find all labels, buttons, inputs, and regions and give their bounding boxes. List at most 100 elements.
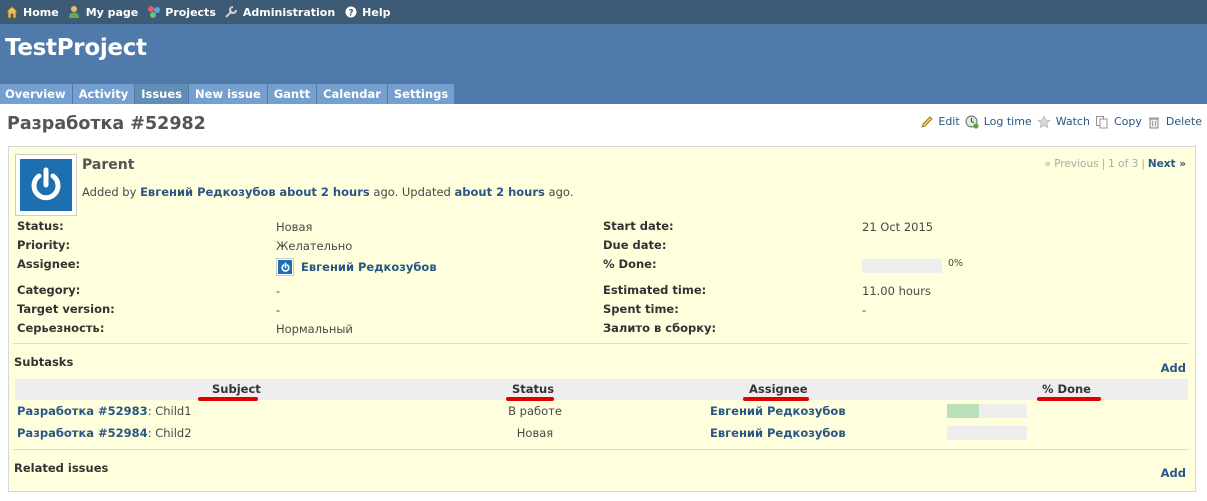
svg-text:?: ? xyxy=(348,9,353,19)
updated-ago-link[interactable]: about 2 hours xyxy=(455,185,545,199)
subtask-name: : Child2 xyxy=(147,426,192,440)
subtask-assignee[interactable]: Евгений Редкозубов xyxy=(710,404,846,418)
power-icon xyxy=(31,167,61,201)
category-value: - xyxy=(276,284,281,298)
assignee-link[interactable]: Евгений Редкозубов xyxy=(301,260,437,274)
status-column-header[interactable]: Status xyxy=(512,382,554,396)
tab-calendar[interactable]: Calendar xyxy=(317,84,387,104)
clock-add-icon xyxy=(965,114,980,129)
table-row: Разработка #52984: Child2 Новая Евгений … xyxy=(15,423,1188,443)
contextual-actions: Edit Log time Watch Copy Delete xyxy=(919,114,1207,129)
spent-time-label: Spent time: xyxy=(603,302,679,316)
top-menu-administration-label: Administration xyxy=(242,5,336,19)
top-menu-home[interactable]: Home xyxy=(4,5,59,20)
previous-link[interactable]: « Previous xyxy=(1044,158,1098,170)
main-menu: Overview Activity Issues New issue Gantt… xyxy=(0,82,1207,104)
tab-activity[interactable]: Activity xyxy=(72,84,135,104)
issue-details: Parent Added by Евгений Редкозубов about… xyxy=(8,146,1196,492)
top-menu-help[interactable]: ? Help xyxy=(343,5,390,20)
start-date-value: 21 Oct 2015 xyxy=(862,220,934,234)
star-icon xyxy=(1037,114,1052,129)
estimated-time-value: 11.00 hours xyxy=(862,284,931,298)
top-menu-administration[interactable]: Administration xyxy=(224,5,335,20)
due-date-label: Due date: xyxy=(603,238,667,252)
tab-overview[interactable]: Overview xyxy=(0,84,72,104)
home-icon xyxy=(4,5,19,20)
subtask-subject: Разработка #52983: Child1 xyxy=(17,404,192,418)
user-icon xyxy=(67,5,82,20)
subtask-progress-bar xyxy=(947,404,1027,418)
header: TestProject xyxy=(0,24,1207,82)
ago-updated-text: ago. Updated xyxy=(373,185,451,199)
top-menu-projects[interactable]: Projects xyxy=(146,5,216,20)
target-version-label: Target version: xyxy=(17,302,115,316)
top-menu-my-page[interactable]: My page xyxy=(67,5,139,20)
help-icon: ? xyxy=(343,5,358,20)
copy-icon xyxy=(1095,114,1110,129)
top-menu-projects-label: Projects xyxy=(165,5,216,19)
top-menu-my-page-label: My page xyxy=(85,5,139,19)
subtask-name: : Child1 xyxy=(147,404,192,418)
delete-label: Delete xyxy=(1165,115,1202,128)
ago-end-text: ago. xyxy=(548,185,574,199)
log-time-link[interactable]: Log time xyxy=(965,114,1032,129)
copy-link[interactable]: Copy xyxy=(1095,114,1142,129)
author-line: Added by Евгений Редкозубов about 2 hour… xyxy=(82,185,573,199)
wrench-icon xyxy=(224,5,239,20)
status-value: Новая xyxy=(276,220,313,234)
severity-value: Нормальный xyxy=(276,322,353,336)
watch-link[interactable]: Watch xyxy=(1037,114,1090,129)
tab-gantt[interactable]: Gantt xyxy=(267,84,317,104)
subtask-progress-bar xyxy=(947,426,1027,440)
tab-settings[interactable]: Settings xyxy=(387,84,455,104)
subtask-assignee[interactable]: Евгений Редкозубов xyxy=(710,426,846,440)
build-label: Залито в сборку: xyxy=(603,321,717,335)
subtask-link[interactable]: Разработка #52984 xyxy=(17,426,148,440)
add-related-link[interactable]: Add xyxy=(1161,466,1186,480)
issue-subject: Parent xyxy=(82,157,135,173)
subtask-progress-fill xyxy=(947,404,979,418)
nav-separator: | xyxy=(1141,158,1145,170)
subtask-subject: Разработка #52984: Child2 xyxy=(17,426,192,440)
trash-icon xyxy=(1147,114,1162,129)
target-version-value: - xyxy=(276,303,281,317)
severity-label: Серьезность: xyxy=(17,321,105,335)
subtask-link[interactable]: Разработка #52983 xyxy=(17,404,148,418)
start-date-label: Start date: xyxy=(603,219,674,233)
estimated-time-label: Estimated time: xyxy=(603,283,707,297)
priority-value: Желательно xyxy=(276,239,353,253)
spent-time-value: - xyxy=(862,303,867,317)
top-menu: Home My page Projects Administration ? H… xyxy=(0,0,1207,24)
tab-new-issue[interactable]: New issue xyxy=(189,84,267,104)
author-link[interactable]: Евгений Редкозубов xyxy=(140,185,276,199)
subtask-status: Новая xyxy=(516,426,554,440)
done-column-header[interactable]: % Done xyxy=(1042,382,1091,396)
edit-label: Edit xyxy=(938,115,960,128)
done-value: 0% xyxy=(948,258,964,269)
assignee-column-header[interactable]: Assignee xyxy=(749,382,808,396)
nav-counter: 1 of 3 xyxy=(1108,158,1139,170)
edit-link[interactable]: Edit xyxy=(919,114,960,129)
divider xyxy=(13,343,1189,344)
assignee-value: Евгений Редкозубов xyxy=(276,258,437,276)
added-ago-link[interactable]: about 2 hours xyxy=(279,185,369,199)
project-title[interactable]: TestProject xyxy=(5,35,147,61)
status-label: Status: xyxy=(17,219,64,233)
add-subtask-link[interactable]: Add xyxy=(1161,361,1186,375)
copy-label: Copy xyxy=(1113,115,1142,128)
assignee-label: Assignee: xyxy=(17,257,81,271)
delete-link[interactable]: Delete xyxy=(1147,114,1202,129)
tab-issues[interactable]: Issues xyxy=(135,84,189,104)
nav-separator: | xyxy=(1101,158,1106,170)
category-label: Category: xyxy=(17,283,81,297)
issue-navigation: « Previous | 1 of 3 | Next » xyxy=(1044,158,1186,170)
power-icon xyxy=(280,262,290,272)
subject-column-header[interactable]: Subject xyxy=(212,382,261,396)
avatar xyxy=(15,154,77,216)
next-link[interactable]: Next » xyxy=(1148,158,1186,170)
done-progress-bar xyxy=(862,259,942,273)
added-by-prefix: Added by xyxy=(82,185,137,199)
subtask-status: В работе xyxy=(508,404,562,418)
divider xyxy=(13,449,1189,450)
projects-icon xyxy=(146,5,161,20)
